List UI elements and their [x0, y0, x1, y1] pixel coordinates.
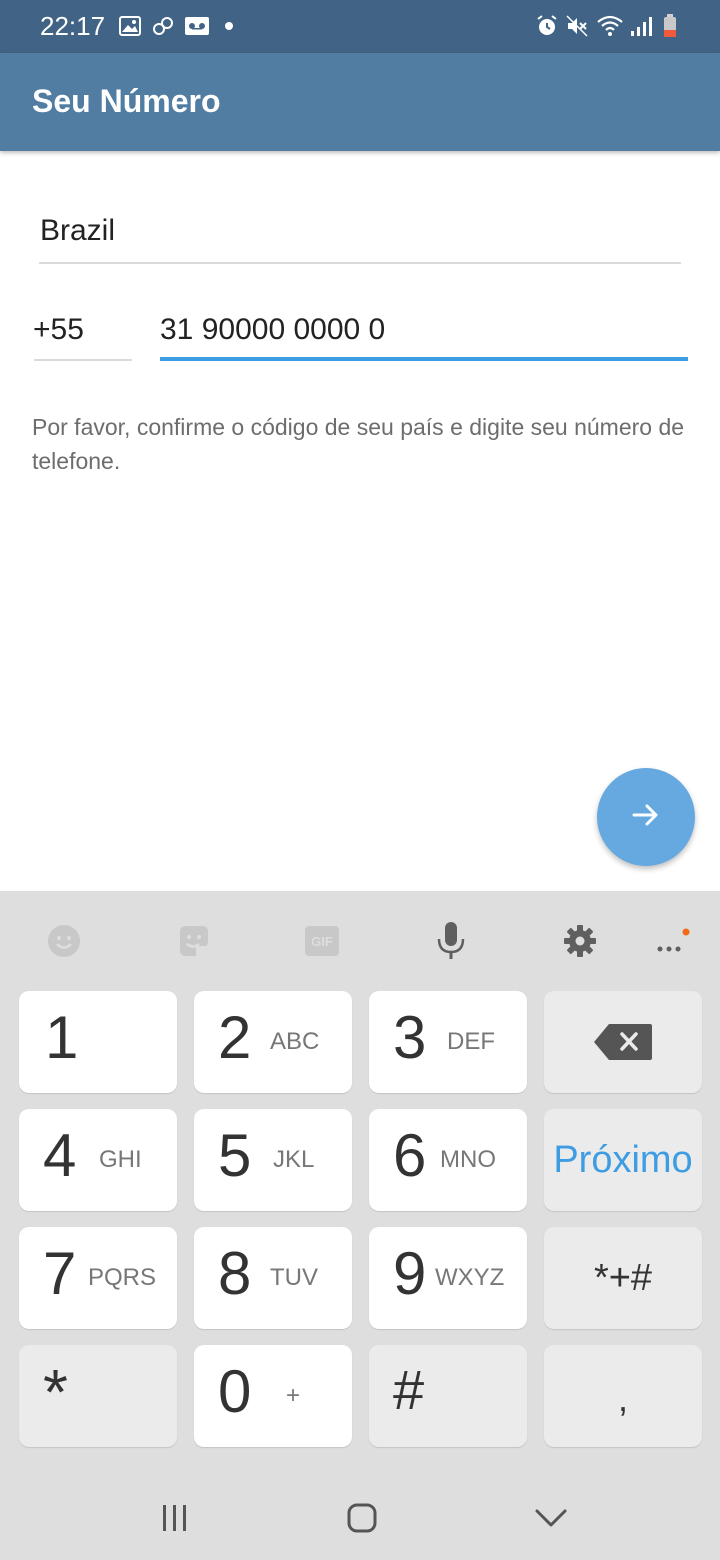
back-icon[interactable]: [535, 1508, 567, 1533]
hash-key[interactable]: #: [369, 1345, 527, 1447]
symbols-key[interactable]: *+#: [544, 1227, 702, 1329]
key-2[interactable]: 2 ABC: [194, 991, 352, 1093]
key-letters: WXYZ: [435, 1264, 505, 1291]
key-5[interactable]: 5 JKL: [194, 1109, 352, 1211]
voicemail-icon: [184, 14, 210, 38]
country-code-underline: [34, 359, 132, 361]
key-1[interactable]: 1: [19, 991, 177, 1093]
key-6[interactable]: 6 MNO: [369, 1109, 527, 1211]
key-number: 5: [218, 1122, 252, 1189]
key-symbol: *: [43, 1356, 68, 1428]
page-title: Seu Número: [32, 83, 221, 119]
country-selector[interactable]: Brazil: [40, 214, 115, 248]
phone-number-underline: [160, 357, 688, 361]
key-number: 6: [393, 1122, 427, 1189]
key-3[interactable]: 3 DEF: [369, 991, 527, 1093]
key-8[interactable]: 8 TUV: [194, 1227, 352, 1329]
key-number: 3: [393, 1004, 427, 1071]
key-letters: +: [286, 1382, 301, 1409]
key-symbol: ,: [617, 1378, 628, 1419]
key-number: 1: [45, 1004, 79, 1071]
next-fab-button[interactable]: [597, 768, 695, 866]
key-number: 4: [43, 1122, 77, 1189]
settings-icon[interactable]: [550, 911, 610, 971]
key-number: 9: [393, 1240, 427, 1307]
backspace-icon: [544, 991, 702, 1093]
key-7[interactable]: 7 PQRS: [19, 1227, 177, 1329]
key-letters: PQRS: [88, 1264, 157, 1291]
navigation-bar: [0, 1468, 720, 1560]
key-letters: MNO: [440, 1146, 496, 1173]
next-key[interactable]: Próximo: [544, 1109, 702, 1211]
backspace-key[interactable]: [544, 991, 702, 1093]
numeric-keyboard: GIF 1 2 ABC 3 DEF 4 GHI 5 JKL 6 MNO Próx…: [0, 891, 720, 1468]
hint-text: Por favor, confirme o código de seu país…: [32, 414, 685, 474]
key-4[interactable]: 4 GHI: [19, 1109, 177, 1211]
key-letters: TUV: [270, 1264, 318, 1291]
more-icon[interactable]: [642, 911, 702, 971]
notification-dot-icon: [224, 14, 234, 38]
gif-icon[interactable]: GIF: [292, 911, 352, 971]
home-icon[interactable]: [347, 1503, 377, 1538]
country-underline: [39, 262, 681, 264]
recents-icon[interactable]: [160, 1504, 190, 1537]
key-number: 2: [218, 1004, 252, 1071]
key-letters: JKL: [273, 1146, 315, 1173]
alarm-icon: [535, 14, 559, 38]
microphone-icon[interactable]: [421, 911, 481, 971]
mute-icon: [565, 14, 589, 38]
key-0[interactable]: 0 +: [194, 1345, 352, 1447]
link-icon: [151, 14, 175, 38]
arrow-right-icon: [630, 799, 662, 836]
wifi-icon: [596, 14, 624, 38]
status-time: 22:17: [40, 11, 106, 41]
emoji-icon[interactable]: [34, 911, 94, 971]
key-letters: GHI: [99, 1146, 142, 1173]
next-key-label: Próximo: [553, 1138, 693, 1181]
status-bar: 22:17: [0, 0, 720, 53]
country-code-field[interactable]: +55: [33, 313, 84, 347]
key-number: 0: [218, 1358, 252, 1425]
asterisk-key[interactable]: *: [19, 1345, 177, 1447]
gif-label: GIF: [305, 926, 339, 956]
key-letters: ABC: [270, 1028, 320, 1055]
signal-icon: [630, 14, 652, 38]
phone-number-field[interactable]: 31 90000 0000 0: [160, 313, 385, 347]
image-icon: [119, 14, 141, 38]
symbols-key-label: *+#: [593, 1256, 653, 1299]
key-number: 7: [43, 1240, 77, 1307]
sticker-icon[interactable]: [163, 911, 223, 971]
battery-low-icon: [663, 14, 677, 38]
app-bar: Seu Número: [0, 53, 720, 151]
key-letters: DEF: [447, 1028, 495, 1055]
key-symbol: #: [393, 1358, 425, 1421]
key-number: 8: [218, 1240, 252, 1307]
key-9[interactable]: 9 WXYZ: [369, 1227, 527, 1329]
comma-key[interactable]: ,: [544, 1345, 702, 1447]
